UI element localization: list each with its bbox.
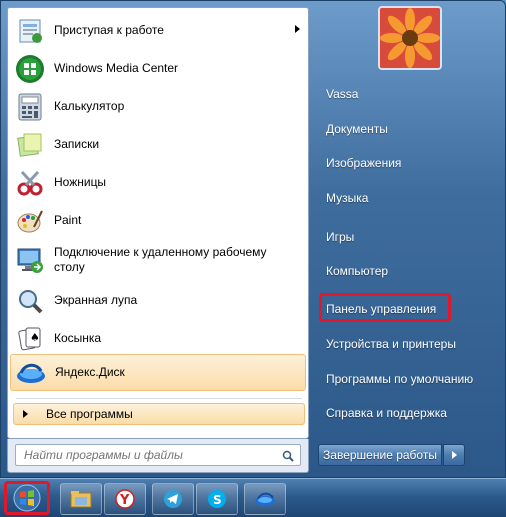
- menu-item-label: Косынка: [54, 331, 102, 345]
- sticky-notes-icon: [14, 129, 46, 161]
- menu-item-label: Paint: [54, 213, 82, 227]
- start-button[interactable]: [4, 481, 50, 515]
- shutdown-button[interactable]: Завершение работы: [318, 444, 442, 466]
- search-input[interactable]: [15, 444, 301, 466]
- yandex-browser-icon: Y: [115, 489, 135, 509]
- svg-text:S: S: [213, 493, 222, 507]
- menu-item-label: Подключение к удаленному рабочему столу: [54, 245, 267, 274]
- expand-arrow-icon: [23, 410, 28, 418]
- menu-item-snipping-tool[interactable]: Ножницы: [10, 164, 306, 201]
- solitaire-cards-icon: ♠: [14, 323, 46, 355]
- right-item-help-support[interactable]: Справка и поддержка: [318, 399, 502, 426]
- svg-text:Y: Y: [119, 493, 130, 508]
- taskbar-file-explorer[interactable]: [60, 483, 102, 515]
- right-item-user[interactable]: Vassa: [318, 80, 502, 107]
- paint-palette-icon: [14, 205, 46, 237]
- right-item-music[interactable]: Музыка: [318, 184, 502, 211]
- menu-item-getting-started[interactable]: Приступая к работе: [10, 12, 306, 49]
- menu-item-label: Windows Media Center: [54, 61, 179, 75]
- magnifier-icon: [14, 285, 46, 317]
- menu-item-sticky-notes[interactable]: Записки: [10, 126, 306, 163]
- telegram-icon: [164, 490, 182, 508]
- menu-item-label: Яндекс.Диск: [55, 365, 125, 379]
- windows-logo-icon: [13, 484, 41, 512]
- taskbar-yandex-disk[interactable]: [244, 483, 286, 515]
- menu-item-calculator[interactable]: Калькулятор: [10, 88, 306, 125]
- taskbar-yandex-browser[interactable]: Y: [104, 483, 146, 515]
- right-item-default-programs[interactable]: Программы по умолчанию: [318, 365, 502, 392]
- menu-item-solitaire[interactable]: ♠ Косынка: [10, 320, 306, 357]
- submenu-arrow-icon: [295, 25, 300, 33]
- taskbar-skype[interactable]: S: [196, 483, 238, 515]
- yandex-disk-icon: [255, 492, 275, 506]
- menu-item-label: Записки: [54, 137, 100, 151]
- calculator-icon: [14, 91, 46, 123]
- menu-item-magnifier[interactable]: Экранная лупа: [10, 282, 306, 319]
- chevron-right-icon: [451, 451, 457, 459]
- scissors-icon: [14, 167, 46, 199]
- file-explorer-icon: [70, 491, 92, 508]
- menu-item-remote-desktop[interactable]: Подключение к удаленному рабочему столу: [10, 240, 306, 280]
- right-item-documents[interactable]: Документы: [318, 115, 502, 142]
- search-icon[interactable]: [282, 450, 294, 462]
- programs-pane: Приступая к работе Windows Media Center …: [7, 7, 309, 439]
- search-area: [7, 439, 309, 473]
- getting-started-icon: [14, 15, 46, 47]
- all-programs-button[interactable]: Все программы: [13, 403, 305, 425]
- menu-item-windows-media-center[interactable]: Windows Media Center: [10, 50, 306, 87]
- menu-item-label: Экранная лупа: [54, 293, 138, 307]
- skype-icon: S: [208, 490, 226, 508]
- right-item-games[interactable]: Игры: [318, 223, 502, 250]
- menu-item-label: Калькулятор: [54, 99, 125, 113]
- right-item-pictures[interactable]: Изображения: [318, 149, 502, 176]
- taskbar-telegram[interactable]: [152, 483, 194, 515]
- windows-media-center-icon: [14, 53, 46, 85]
- right-item-control-panel[interactable]: Панель управления: [318, 295, 502, 322]
- svg-text:♠: ♠: [30, 331, 40, 344]
- menu-item-paint[interactable]: Paint: [10, 202, 306, 239]
- shutdown-options-button[interactable]: [443, 444, 465, 466]
- menu-item-label: Приступая к работе: [54, 23, 164, 37]
- menu-item-yandex-disk[interactable]: Яндекс.Диск: [10, 354, 306, 391]
- right-item-devices-printers[interactable]: Устройства и принтеры: [318, 330, 502, 357]
- remote-desktop-icon: [14, 244, 46, 276]
- user-avatar[interactable]: [378, 6, 442, 70]
- all-programs-label: Все программы: [46, 407, 133, 421]
- separator: [16, 398, 302, 399]
- right-item-computer[interactable]: Компьютер: [318, 257, 502, 284]
- menu-item-label: Ножницы: [54, 175, 107, 189]
- yandex-disk-icon: [15, 357, 47, 389]
